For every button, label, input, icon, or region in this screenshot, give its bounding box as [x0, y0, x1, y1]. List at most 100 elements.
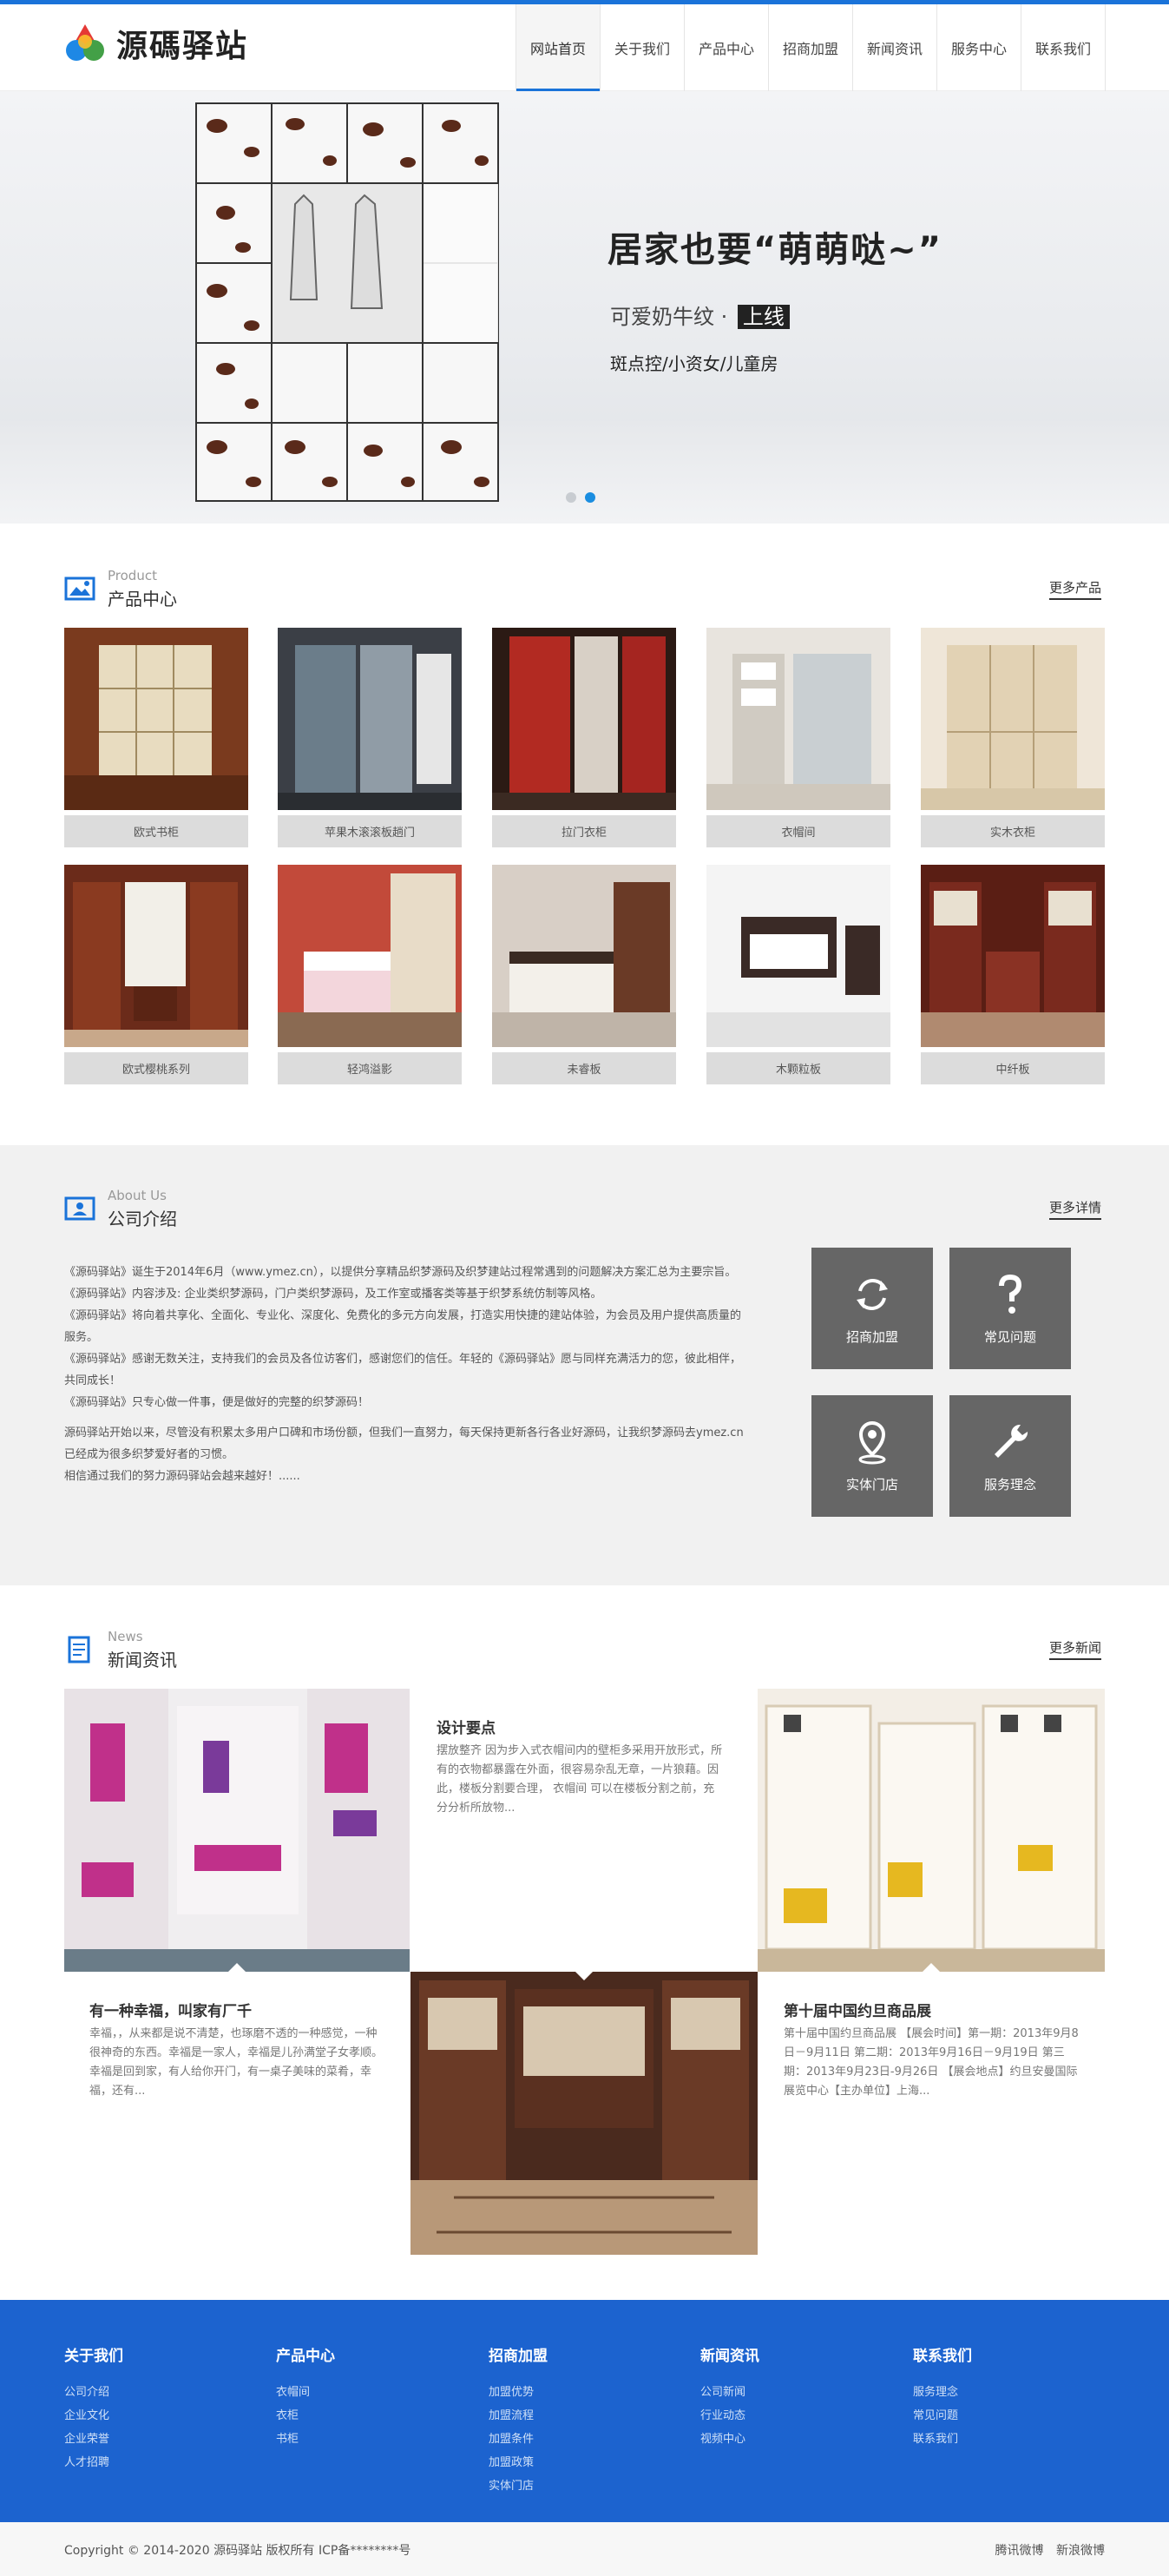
- more-about-link[interactable]: 更多详情: [1049, 1198, 1102, 1220]
- more-products-link[interactable]: 更多产品: [1049, 578, 1102, 600]
- wrench-icon: [995, 1424, 1028, 1458]
- site-footer: 关于我们 公司介绍 企业文化 企业荣誉 人才招聘 产品中心 衣帽间 衣柜 书柜 …: [0, 2300, 1169, 2522]
- news-cn-title: 新闻资讯: [108, 1650, 177, 1670]
- news-item-title[interactable]: 第十届中国约旦商品展: [784, 1999, 931, 2020]
- footer-link[interactable]: 衣柜: [276, 2404, 335, 2428]
- about-text: 《源码驿站》诞生于2014年6月（www.ymez.cn），以提供分享精品织梦源…: [64, 1262, 750, 1487]
- nav-item-products[interactable]: 产品中心: [685, 4, 769, 91]
- product-label: 拉门衣柜: [492, 815, 676, 847]
- footer-link[interactable]: 常见问题: [913, 2404, 972, 2428]
- product-card[interactable]: 欧式书柜: [64, 628, 248, 847]
- footer-link[interactable]: 实体门店: [489, 2474, 548, 2498]
- footer-col-title[interactable]: 新闻资讯: [700, 2343, 759, 2365]
- tile-faq[interactable]: 常见问题: [949, 1248, 1071, 1369]
- footer-col-title[interactable]: 产品中心: [276, 2343, 335, 2365]
- site-logo[interactable]: 源碼驿站: [64, 22, 248, 65]
- product-card[interactable]: 衣帽间: [706, 628, 890, 847]
- about-paragraph: 《源码驿站》感谢无数关注，支持我们的会员及各位访客们，感谢您们的信任。年轻的《源…: [64, 1353, 742, 1387]
- footer-link[interactable]: 加盟政策: [489, 2451, 548, 2474]
- nav-item-about[interactable]: 关于我们: [601, 4, 685, 91]
- product-image: [492, 865, 676, 1047]
- hero-banner[interactable]: 居家也要“萌萌哒~” 可爱奶牛纹 · 上线 斑点控/小资女/儿童房: [0, 91, 1169, 524]
- news-image-closet-pink[interactable]: [64, 1689, 410, 1972]
- nav-item-news[interactable]: 新闻资讯: [853, 4, 937, 91]
- footer-link[interactable]: 公司新闻: [700, 2381, 759, 2404]
- copyright-text: Copyright © 2014-2020 源码驿站 版权所有 ICP备****…: [64, 2544, 411, 2558]
- footer-col-title[interactable]: 关于我们: [64, 2343, 123, 2365]
- banner-subtitle-tag: 上线: [737, 305, 790, 329]
- footer-col-title[interactable]: 联系我们: [913, 2343, 972, 2365]
- footer-link[interactable]: 视频中心: [700, 2428, 759, 2451]
- tile-franchise[interactable]: 招商加盟: [811, 1248, 933, 1369]
- product-card[interactable]: 欧式樱桃系列: [64, 865, 248, 1084]
- banner-title: 居家也要“萌萌哒~”: [607, 230, 943, 270]
- product-image: [278, 628, 462, 810]
- product-card[interactable]: 苹果木滚滚板趟门: [278, 628, 462, 847]
- product-label: 欧式樱桃系列: [64, 1052, 248, 1084]
- tile-service[interactable]: 服务理念: [949, 1395, 1071, 1517]
- footer-link[interactable]: 加盟优势: [489, 2381, 548, 2404]
- question-icon: [999, 1274, 1022, 1314]
- product-image: [706, 865, 890, 1047]
- nav-item-franchise[interactable]: 招商加盟: [769, 4, 853, 91]
- footer-link[interactable]: 行业动态: [700, 2404, 759, 2428]
- footer-col-contact: 联系我们 服务理念 常见问题 联系我们: [913, 2343, 972, 2451]
- products-en-title: Product: [108, 568, 157, 583]
- banner-subtitle: 可爱奶牛纹 · 上线: [610, 300, 790, 330]
- news-image-closet-walnut[interactable]: [410, 1972, 758, 2255]
- more-news-link[interactable]: 更多新闻: [1049, 1638, 1102, 1660]
- footer-link[interactable]: 书柜: [276, 2428, 335, 2451]
- product-label: 轻鸿溢影: [278, 1052, 462, 1084]
- product-label: 未睿板: [492, 1052, 676, 1084]
- news-item-title[interactable]: 设计要点: [437, 1716, 496, 1737]
- news-en-title: News: [108, 1629, 143, 1644]
- banner-subtitle-text: 可爱奶牛纹 ·: [610, 305, 734, 329]
- product-card[interactable]: 拉门衣柜: [492, 628, 676, 847]
- footer-col-news: 新闻资讯 公司新闻 行业动态 视频中心: [700, 2343, 759, 2451]
- product-label: 欧式书柜: [64, 815, 248, 847]
- nav-item-contact[interactable]: 联系我们: [1021, 4, 1106, 91]
- news-item-body: 幸福，，从来都是说不清楚，也琢磨不透的一种感觉，一种很神奇的东西。幸福是一家人，…: [89, 2027, 384, 2098]
- product-image: [921, 628, 1105, 810]
- footer-link[interactable]: 服务理念: [913, 2381, 972, 2404]
- product-card[interactable]: 轻鸿溢影: [278, 865, 462, 1084]
- about-paragraph: 《源码驿站》内容涉及: 企业类织梦源码，门户类织梦源码，及工作室或播客类等基于织…: [64, 1288, 602, 1301]
- footer-link[interactable]: 加盟流程: [489, 2404, 548, 2428]
- about-en-title: About Us: [108, 1188, 167, 1203]
- footer-link[interactable]: 人才招聘: [64, 2451, 123, 2474]
- footer-link[interactable]: 企业荣誉: [64, 2428, 123, 2451]
- product-card[interactable]: 中纤板: [921, 865, 1105, 1084]
- product-card[interactable]: 木颗粒板: [706, 865, 890, 1084]
- news-image-closet-white[interactable]: [758, 1689, 1105, 1972]
- product-image: [706, 628, 890, 810]
- tile-label: 招商加盟: [845, 1328, 898, 1345]
- site-header: 源碼驿站 网站首页 关于我们 产品中心 招商加盟 新闻资讯 服务中心 联系我们: [0, 4, 1169, 91]
- footer-link[interactable]: 企业文化: [64, 2404, 123, 2428]
- product-label: 实木衣柜: [921, 815, 1105, 847]
- product-card[interactable]: 未睿板: [492, 865, 676, 1084]
- banner-dot-1[interactable]: [566, 492, 576, 503]
- document-icon: [68, 1636, 90, 1664]
- products-cn-title: 产品中心: [108, 589, 177, 609]
- tencent-weibo-link[interactable]: 腾讯微博: [995, 2544, 1044, 2558]
- footer-link[interactable]: 加盟条件: [489, 2428, 548, 2451]
- footer-col-products: 产品中心 衣帽间 衣柜 书柜: [276, 2343, 335, 2451]
- about-paragraph: 《源码驿站》只专心做一件事，便是做好的完整的织梦源码！: [64, 1396, 370, 1409]
- nav-item-home[interactable]: 网站首页: [516, 4, 601, 91]
- banner-dot-2[interactable]: [585, 492, 595, 503]
- news-section-head: News 新闻资讯: [64, 1629, 1106, 1670]
- news-item-title[interactable]: 有一种幸福，叫家有厂千: [89, 1999, 252, 2020]
- nav-item-service[interactable]: 服务中心: [937, 4, 1021, 91]
- footer-link[interactable]: 公司介绍: [64, 2381, 123, 2404]
- footer-col-title[interactable]: 招商加盟: [489, 2343, 548, 2365]
- footer-link[interactable]: 衣帽间: [276, 2381, 335, 2404]
- sina-weibo-link[interactable]: 新浪微博: [1056, 2544, 1105, 2558]
- banner-pagination: [566, 492, 595, 503]
- product-image: [64, 865, 248, 1047]
- tile-label: 常见问题: [983, 1328, 1036, 1345]
- product-label: 木颗粒板: [706, 1052, 890, 1084]
- footer-link[interactable]: 联系我们: [913, 2428, 972, 2451]
- tile-stores[interactable]: 实体门店: [811, 1395, 933, 1517]
- product-card[interactable]: 实木衣柜: [921, 628, 1105, 847]
- about-cn-title: 公司介绍: [108, 1209, 177, 1229]
